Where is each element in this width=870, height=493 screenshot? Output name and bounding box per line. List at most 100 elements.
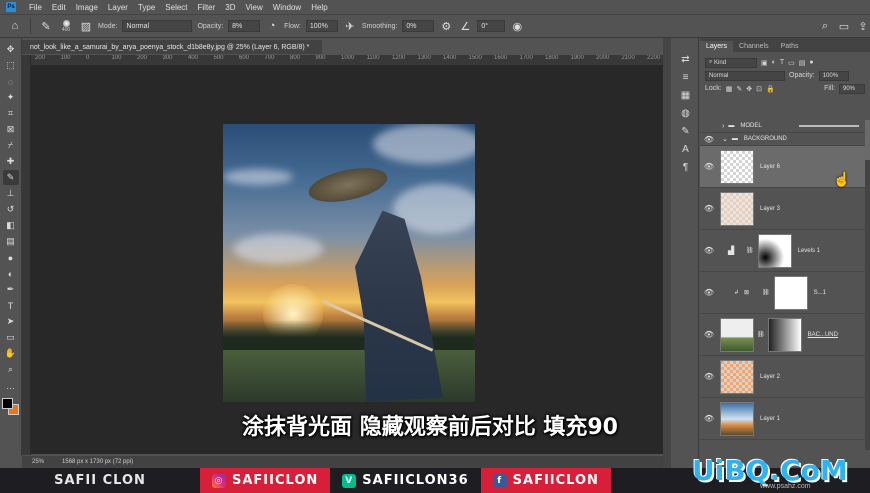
filter-shape-icon[interactable]: ▭: [788, 59, 795, 67]
dodge-tool-icon[interactable]: ◐: [3, 266, 19, 281]
airbrush-icon[interactable]: ✈: [343, 19, 357, 33]
chevron-down-icon[interactable]: ⌄: [722, 135, 728, 143]
chain-link-icon[interactable]: ⛓: [762, 289, 770, 296]
pen-tool-icon[interactable]: ✒: [3, 282, 19, 297]
home-icon[interactable]: ⌂: [8, 19, 22, 33]
layer-mask-thumbnail[interactable]: [767, 317, 802, 352]
layer-thumbnail[interactable]: [720, 359, 754, 394]
layer-opacity-field[interactable]: 100%: [818, 70, 849, 81]
eraser-tool-icon[interactable]: ◧: [3, 218, 19, 233]
document-info[interactable]: 1568 px x 1730 px (72 ppi): [62, 459, 133, 465]
marquee-tool-icon[interactable]: ⬚: [3, 58, 19, 73]
menu-3d[interactable]: 3D: [220, 3, 240, 12]
eye-icon[interactable]: 👁: [700, 330, 718, 339]
eye-icon[interactable]: 👁: [700, 414, 718, 423]
paragraph-icon[interactable]: ¶: [679, 160, 693, 174]
layer-mask-thumbnail[interactable]: [773, 275, 808, 310]
smoothing-settings-gear-icon[interactable]: ⚙: [439, 19, 453, 33]
document-tab[interactable]: not_look_like_a_samurai_by_arya_poenya_s…: [22, 40, 322, 54]
opacity-field[interactable]: 8%: [228, 20, 261, 32]
lock-pixels-icon[interactable]: ✎: [736, 85, 742, 93]
menu-layer[interactable]: Layer: [103, 3, 133, 12]
blur-tool-icon[interactable]: ●: [3, 250, 19, 265]
properties-icon[interactable]: ≡: [679, 70, 693, 84]
eye-icon[interactable]: 👁: [700, 288, 718, 297]
smoothing-field[interactable]: 0%: [402, 20, 435, 32]
lock-artboard-icon[interactable]: ⊡: [756, 85, 762, 93]
brush-tool-icon[interactable]: ✎: [39, 19, 53, 33]
menu-type[interactable]: Type: [133, 3, 160, 12]
layer-row-background[interactable]: 👁 ⛓ BAC...UND: [700, 314, 865, 356]
layer-mask-thumbnail[interactable]: [757, 233, 792, 268]
layers-scrollbar[interactable]: [865, 120, 870, 450]
menu-select[interactable]: Select: [160, 3, 192, 12]
brush-settings-icon[interactable]: ✎: [679, 124, 693, 138]
healing-brush-tool-icon[interactable]: ✚: [3, 154, 19, 169]
flow-field[interactable]: 100%: [305, 20, 338, 32]
layer-row-layer-2[interactable]: 👁 Layer 2: [700, 356, 865, 398]
layer-thumbnail[interactable]: [720, 149, 754, 184]
type-tool-icon[interactable]: T: [3, 298, 19, 313]
tab-paths[interactable]: Paths: [775, 41, 805, 52]
facebook-handle[interactable]: f SAFIICLON: [480, 468, 611, 493]
opacity-slider[interactable]: [799, 125, 859, 127]
hand-tool-icon[interactable]: ✋: [3, 346, 19, 361]
frame-tool-icon[interactable]: ⊠: [3, 122, 19, 137]
menu-help[interactable]: Help: [306, 3, 332, 12]
quick-select-tool-icon[interactable]: ✦: [3, 90, 19, 105]
share-icon[interactable]: ⇪: [856, 19, 870, 33]
filter-smart-object-icon[interactable]: ▤: [799, 59, 806, 67]
panel-collapse-strip[interactable]: [663, 38, 671, 468]
zoom-level[interactable]: 25%: [32, 459, 44, 465]
more-tools-icon[interactable]: …: [3, 378, 19, 393]
eye-icon[interactable]: 👁: [700, 246, 718, 255]
menu-window[interactable]: Window: [268, 3, 306, 12]
chain-link-icon[interactable]: ⛓: [746, 247, 754, 254]
move-tool-icon[interactable]: ✥: [3, 42, 19, 57]
brush-settings-icon[interactable]: ▨: [79, 19, 93, 33]
filter-pixel-icon[interactable]: ▣: [761, 59, 768, 67]
blend-mode-select[interactable]: Normal: [705, 70, 785, 81]
brush-tool-icon[interactable]: ✎: [2, 170, 19, 185]
mode-select[interactable]: Normal: [122, 20, 193, 32]
photoshop-logo[interactable]: Ps: [6, 2, 16, 12]
path-selection-tool-icon[interactable]: ➤: [3, 314, 19, 329]
lock-all-icon[interactable]: 🔒: [766, 85, 775, 93]
layer-row-s1[interactable]: 👁 ↲ ⊠ ⛓ S...1: [700, 272, 865, 314]
foreground-color-swatch[interactable]: [1, 398, 13, 409]
pressure-opacity-icon[interactable]: ◔: [265, 19, 279, 33]
vine-handle[interactable]: V SAFIICLON36: [330, 468, 481, 493]
lock-position-icon[interactable]: ✥: [746, 85, 752, 93]
document-image[interactable]: [223, 124, 475, 402]
history-icon[interactable]: ⇄: [679, 52, 693, 66]
menu-edit[interactable]: Edit: [47, 3, 71, 12]
filter-adjustment-icon[interactable]: ◐: [772, 59, 776, 66]
layer-thumbnail[interactable]: [720, 317, 754, 352]
rectangle-tool-icon[interactable]: ▭: [3, 330, 19, 345]
menu-image[interactable]: Image: [71, 3, 103, 12]
search-icon[interactable]: ⌕: [818, 19, 832, 33]
eye-icon[interactable]: 👁: [700, 135, 718, 144]
lasso-tool-icon[interactable]: ◌: [3, 74, 19, 89]
menu-filter[interactable]: Filter: [193, 3, 221, 12]
gradient-tool-icon[interactable]: ▤: [3, 234, 19, 249]
menu-file[interactable]: File: [24, 3, 47, 12]
history-brush-tool-icon[interactable]: ↺: [3, 202, 19, 217]
layer-row-layer-1[interactable]: 👁 Layer 1: [700, 398, 865, 440]
angle-field[interactable]: 0°: [477, 20, 506, 32]
chevron-right-icon[interactable]: ›: [722, 123, 724, 130]
eye-icon[interactable]: 👁: [700, 162, 718, 171]
crop-tool-icon[interactable]: ⌗: [3, 106, 19, 121]
pressure-size-icon[interactable]: ◉: [510, 19, 524, 33]
eye-icon[interactable]: 👁: [700, 372, 718, 381]
workspace-icon[interactable]: ▭: [837, 19, 851, 33]
filter-toggle-icon[interactable]: ●: [809, 59, 813, 66]
brush-preset-picker[interactable]: 400: [58, 17, 74, 35]
scrollbar-thumb[interactable]: [865, 120, 870, 160]
color-swatches[interactable]: [1, 398, 20, 416]
instagram-handle[interactable]: ◎ SAFIICLON: [200, 468, 331, 493]
tab-layers[interactable]: Layers: [700, 41, 734, 52]
lock-transparency-icon[interactable]: ▦: [726, 85, 733, 93]
kind-filter-select[interactable]: ⌕ Kind: [705, 57, 757, 68]
layer-comps-icon[interactable]: ▦: [679, 88, 693, 102]
